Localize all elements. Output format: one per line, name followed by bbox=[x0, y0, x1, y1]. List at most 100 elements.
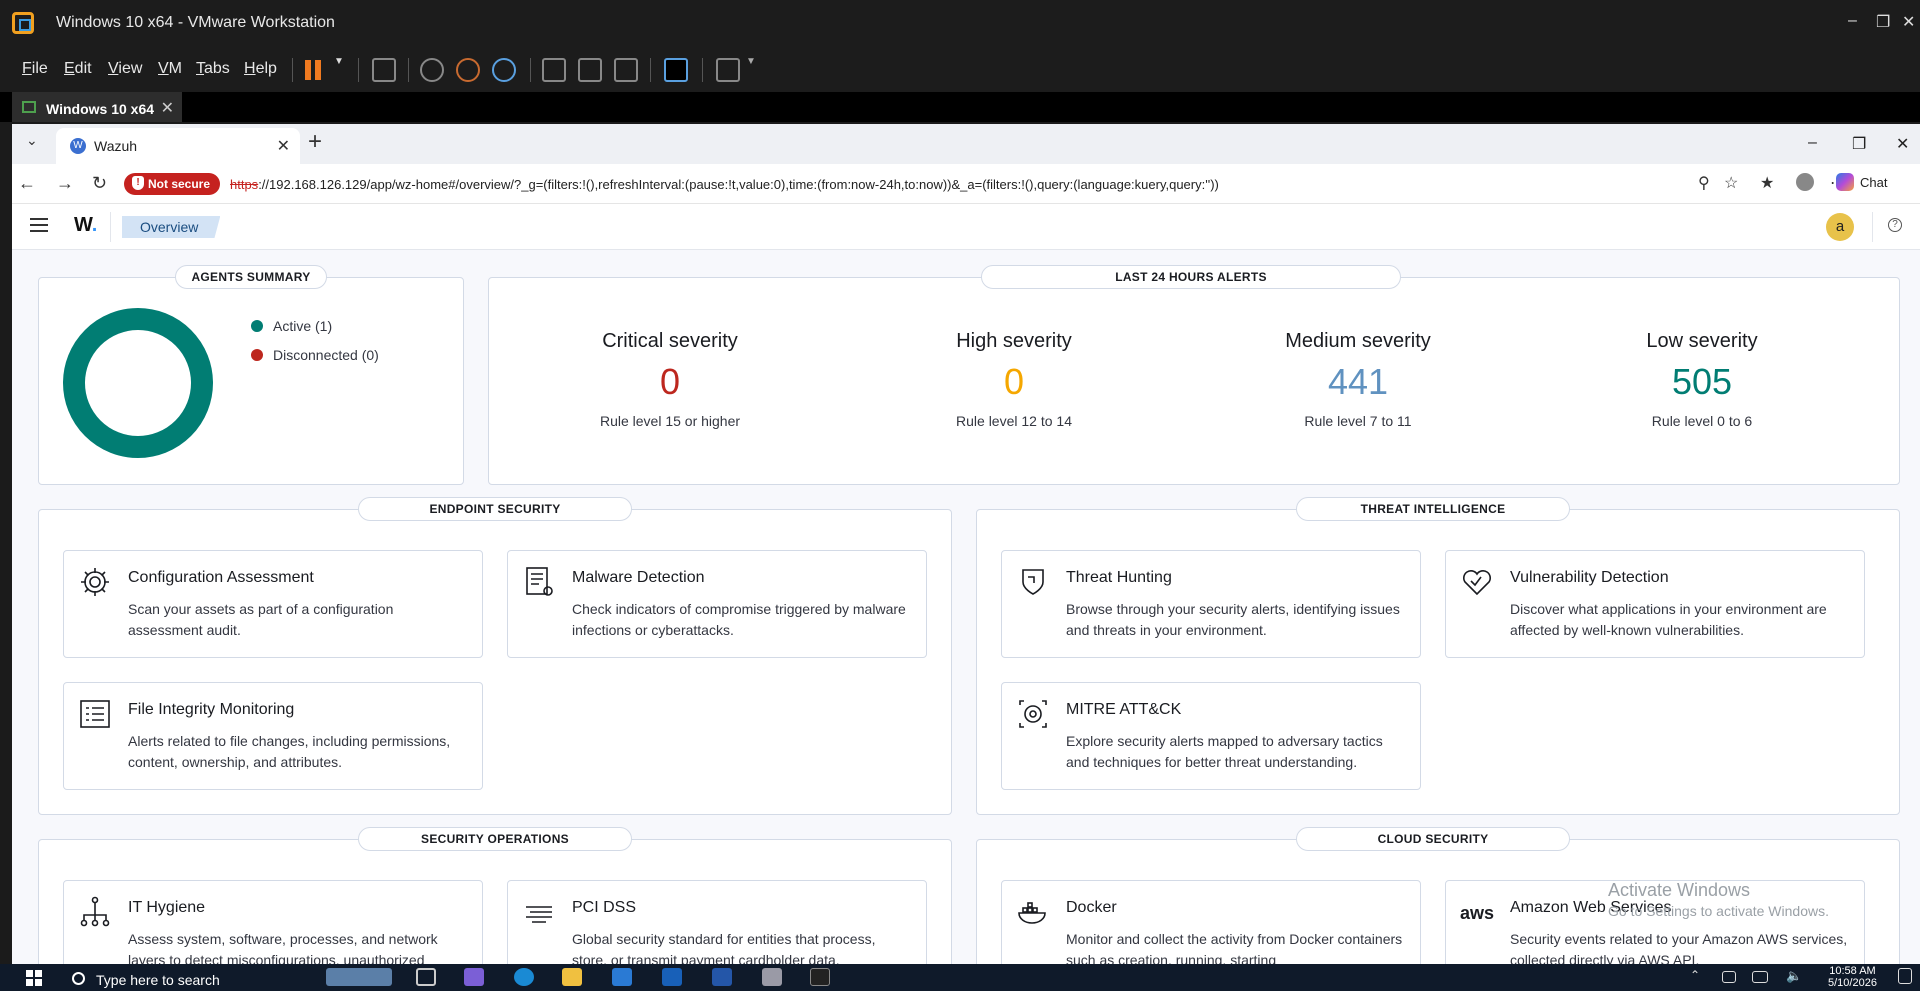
wazuh-logo-letter: W bbox=[74, 214, 92, 236]
console-view-icon[interactable] bbox=[664, 58, 688, 82]
not-secure-badge[interactable]: Not secure bbox=[124, 173, 221, 195]
wazuh-logo[interactable]: W. bbox=[74, 214, 97, 237]
browser-minimize-icon[interactable]: – bbox=[1808, 134, 1817, 152]
menu-file[interactable]: File bbox=[22, 60, 48, 78]
legend-disconnected-label: Disconnected (0) bbox=[273, 347, 379, 363]
back-icon[interactable]: ← bbox=[18, 173, 36, 194]
critical-severity-value: 0 bbox=[659, 361, 681, 402]
snapshot-icon[interactable] bbox=[420, 58, 444, 82]
card-description: Global security standard for entities th… bbox=[572, 931, 876, 964]
card-it-hygiene[interactable]: IT Hygiene Assess system, software, proc… bbox=[63, 880, 483, 964]
legend-active[interactable]: Active (1) bbox=[251, 318, 332, 334]
medium-severity-title: Medium severity bbox=[1285, 330, 1431, 352]
task-view-icon[interactable] bbox=[416, 968, 436, 986]
revert-snapshot-icon[interactable] bbox=[456, 58, 480, 82]
favorite-star-icon[interactable]: ☆ bbox=[1724, 173, 1738, 193]
pause-icon[interactable] bbox=[302, 58, 326, 82]
critical-severity-stat[interactable]: Critical severity 0 Rule level 15 or hig… bbox=[540, 330, 800, 429]
stretch-icon[interactable] bbox=[716, 58, 740, 82]
card-threat-hunting[interactable]: Threat Hunting Browse through your secur… bbox=[1001, 550, 1421, 658]
help-icon[interactable]: ? bbox=[1888, 218, 1902, 232]
restore-icon[interactable]: ❐ bbox=[1876, 12, 1890, 32]
card-pci-dss[interactable]: PCI DSS Global security standard for ent… bbox=[507, 880, 927, 964]
menu-icon[interactable] bbox=[30, 218, 48, 232]
avatar[interactable]: a bbox=[1826, 213, 1854, 241]
send-keys-icon[interactable] bbox=[372, 58, 396, 82]
legend-disconnected[interactable]: Disconnected (0) bbox=[251, 347, 379, 363]
taskbar-clock[interactable]: 10:58 AM 5/10/2026 bbox=[1828, 965, 1877, 989]
pause-dropdown-icon[interactable]: ▼ bbox=[334, 56, 344, 67]
app-icon[interactable] bbox=[762, 968, 782, 986]
breadcrumb[interactable]: Overview bbox=[122, 216, 221, 238]
activate-windows-watermark: Activate Windows Go to Settings to activ… bbox=[1608, 880, 1829, 919]
card-description: Monitor and collect the activity from Do… bbox=[1066, 931, 1403, 964]
card-title: Threat Hunting bbox=[1066, 569, 1172, 586]
tab-list-chevron-icon[interactable]: ⌄ bbox=[26, 132, 38, 149]
network-tray-icon[interactable] bbox=[1752, 971, 1768, 983]
card-description: Security events related to your Amazon A… bbox=[1510, 931, 1848, 964]
card-file-integrity-monitoring[interactable]: File Integrity Monitoring Alerts related… bbox=[63, 682, 483, 790]
gear-icon bbox=[78, 565, 112, 599]
menu-vm[interactable]: VM bbox=[158, 60, 182, 78]
low-severity-stat[interactable]: Low severity 505 Rule level 0 to 6 bbox=[1572, 330, 1832, 429]
profile-icon[interactable] bbox=[1796, 173, 1814, 191]
stretch-dropdown-icon[interactable]: ▼ bbox=[746, 56, 756, 67]
notifications-icon[interactable] bbox=[1898, 968, 1912, 984]
medium-severity-stat[interactable]: Medium severity 441 Rule level 7 to 11 bbox=[1228, 330, 1488, 429]
forward-icon[interactable]: → bbox=[56, 173, 74, 194]
key-icon[interactable]: ⚲ bbox=[1698, 173, 1710, 193]
browser-restore-icon[interactable]: ❐ bbox=[1852, 134, 1866, 154]
vm-tab[interactable]: Windows 10 x64 ✕ bbox=[12, 92, 182, 122]
menu-help[interactable]: Help bbox=[244, 60, 277, 78]
meet-now-icon[interactable] bbox=[1722, 971, 1736, 983]
fullscreen-icon[interactable] bbox=[614, 58, 638, 82]
menu-tabs[interactable]: Tabs bbox=[196, 60, 230, 78]
library-icon[interactable] bbox=[542, 58, 566, 82]
card-mitre-attack[interactable]: MITRE ATT&CK Explore security alerts map… bbox=[1001, 682, 1421, 790]
card-vulnerability-detection[interactable]: Vulnerability Detection Discover what ap… bbox=[1445, 550, 1865, 658]
copilot-chat-button[interactable]: Chat bbox=[1835, 173, 1887, 191]
browser-close-icon[interactable]: ✕ bbox=[1896, 134, 1909, 154]
volume-icon[interactable]: 🔈 bbox=[1786, 968, 1806, 986]
powershell-icon[interactable] bbox=[712, 968, 732, 986]
agents-summary-title: AGENTS SUMMARY bbox=[175, 265, 327, 289]
favorites-icon[interactable]: ★ bbox=[1760, 173, 1774, 193]
clock-date: 5/10/2026 bbox=[1828, 977, 1877, 989]
mail-icon[interactable] bbox=[662, 968, 682, 986]
watermark-line1: Activate Windows bbox=[1608, 880, 1751, 900]
clock-time: 10:58 AM bbox=[1829, 965, 1876, 977]
card-configuration-assessment[interactable]: Configuration Assessment Scan your asset… bbox=[63, 550, 483, 658]
windows-taskbar: Type here to search ⌃ 🔈 10:58 AM 5/10/20… bbox=[0, 964, 1920, 991]
address-bar[interactable]: Not secure https://192.168.126.129/app/w… bbox=[122, 169, 1742, 199]
browser-tab-close-icon[interactable]: ✕ bbox=[277, 136, 290, 156]
vm-tab-close-icon[interactable]: ✕ bbox=[161, 98, 174, 118]
url-text[interactable]: https://192.168.126.129/app/wz-home#/ove… bbox=[230, 177, 1219, 192]
minimize-icon[interactable]: – bbox=[1848, 12, 1857, 30]
copilot-icon[interactable] bbox=[464, 968, 484, 986]
tray-chevron-icon[interactable]: ⌃ bbox=[1690, 968, 1710, 986]
card-malware-detection[interactable]: Malware Detection Check indicators of co… bbox=[507, 550, 927, 658]
new-tab-icon[interactable]: + bbox=[308, 128, 322, 156]
terminal-icon[interactable] bbox=[810, 968, 830, 986]
pci-icon bbox=[522, 895, 556, 929]
weather-icon[interactable] bbox=[326, 968, 392, 986]
snapshot-manager-icon[interactable] bbox=[492, 58, 516, 82]
refresh-icon[interactable]: ↻ bbox=[92, 173, 107, 194]
browser-tab-wazuh[interactable]: W Wazuh ✕ bbox=[56, 128, 300, 164]
card-title: File Integrity Monitoring bbox=[128, 701, 295, 718]
windows-start-icon[interactable] bbox=[26, 970, 42, 986]
file-explorer-icon[interactable] bbox=[562, 968, 582, 986]
cloud-security-title: CLOUD SECURITY bbox=[1296, 827, 1570, 851]
store-icon[interactable] bbox=[612, 968, 632, 986]
thumbnail-icon[interactable] bbox=[578, 58, 602, 82]
taskbar-search[interactable]: Type here to search bbox=[60, 966, 310, 991]
watermark-line2: Go to Settings to activate Windows. bbox=[1608, 903, 1829, 919]
menu-edit[interactable]: Edit bbox=[64, 60, 92, 78]
card-title: MITRE ATT&CK bbox=[1066, 701, 1182, 718]
edge-icon[interactable] bbox=[514, 968, 534, 986]
close-icon[interactable]: ✕ bbox=[1902, 12, 1915, 32]
card-description: Browse through your security alerts, ide… bbox=[1066, 601, 1400, 638]
high-severity-stat[interactable]: High severity 0 Rule level 12 to 14 bbox=[884, 330, 1144, 429]
card-docker[interactable]: Docker Monitor and collect the activity … bbox=[1001, 880, 1421, 964]
menu-view[interactable]: View bbox=[108, 60, 142, 78]
